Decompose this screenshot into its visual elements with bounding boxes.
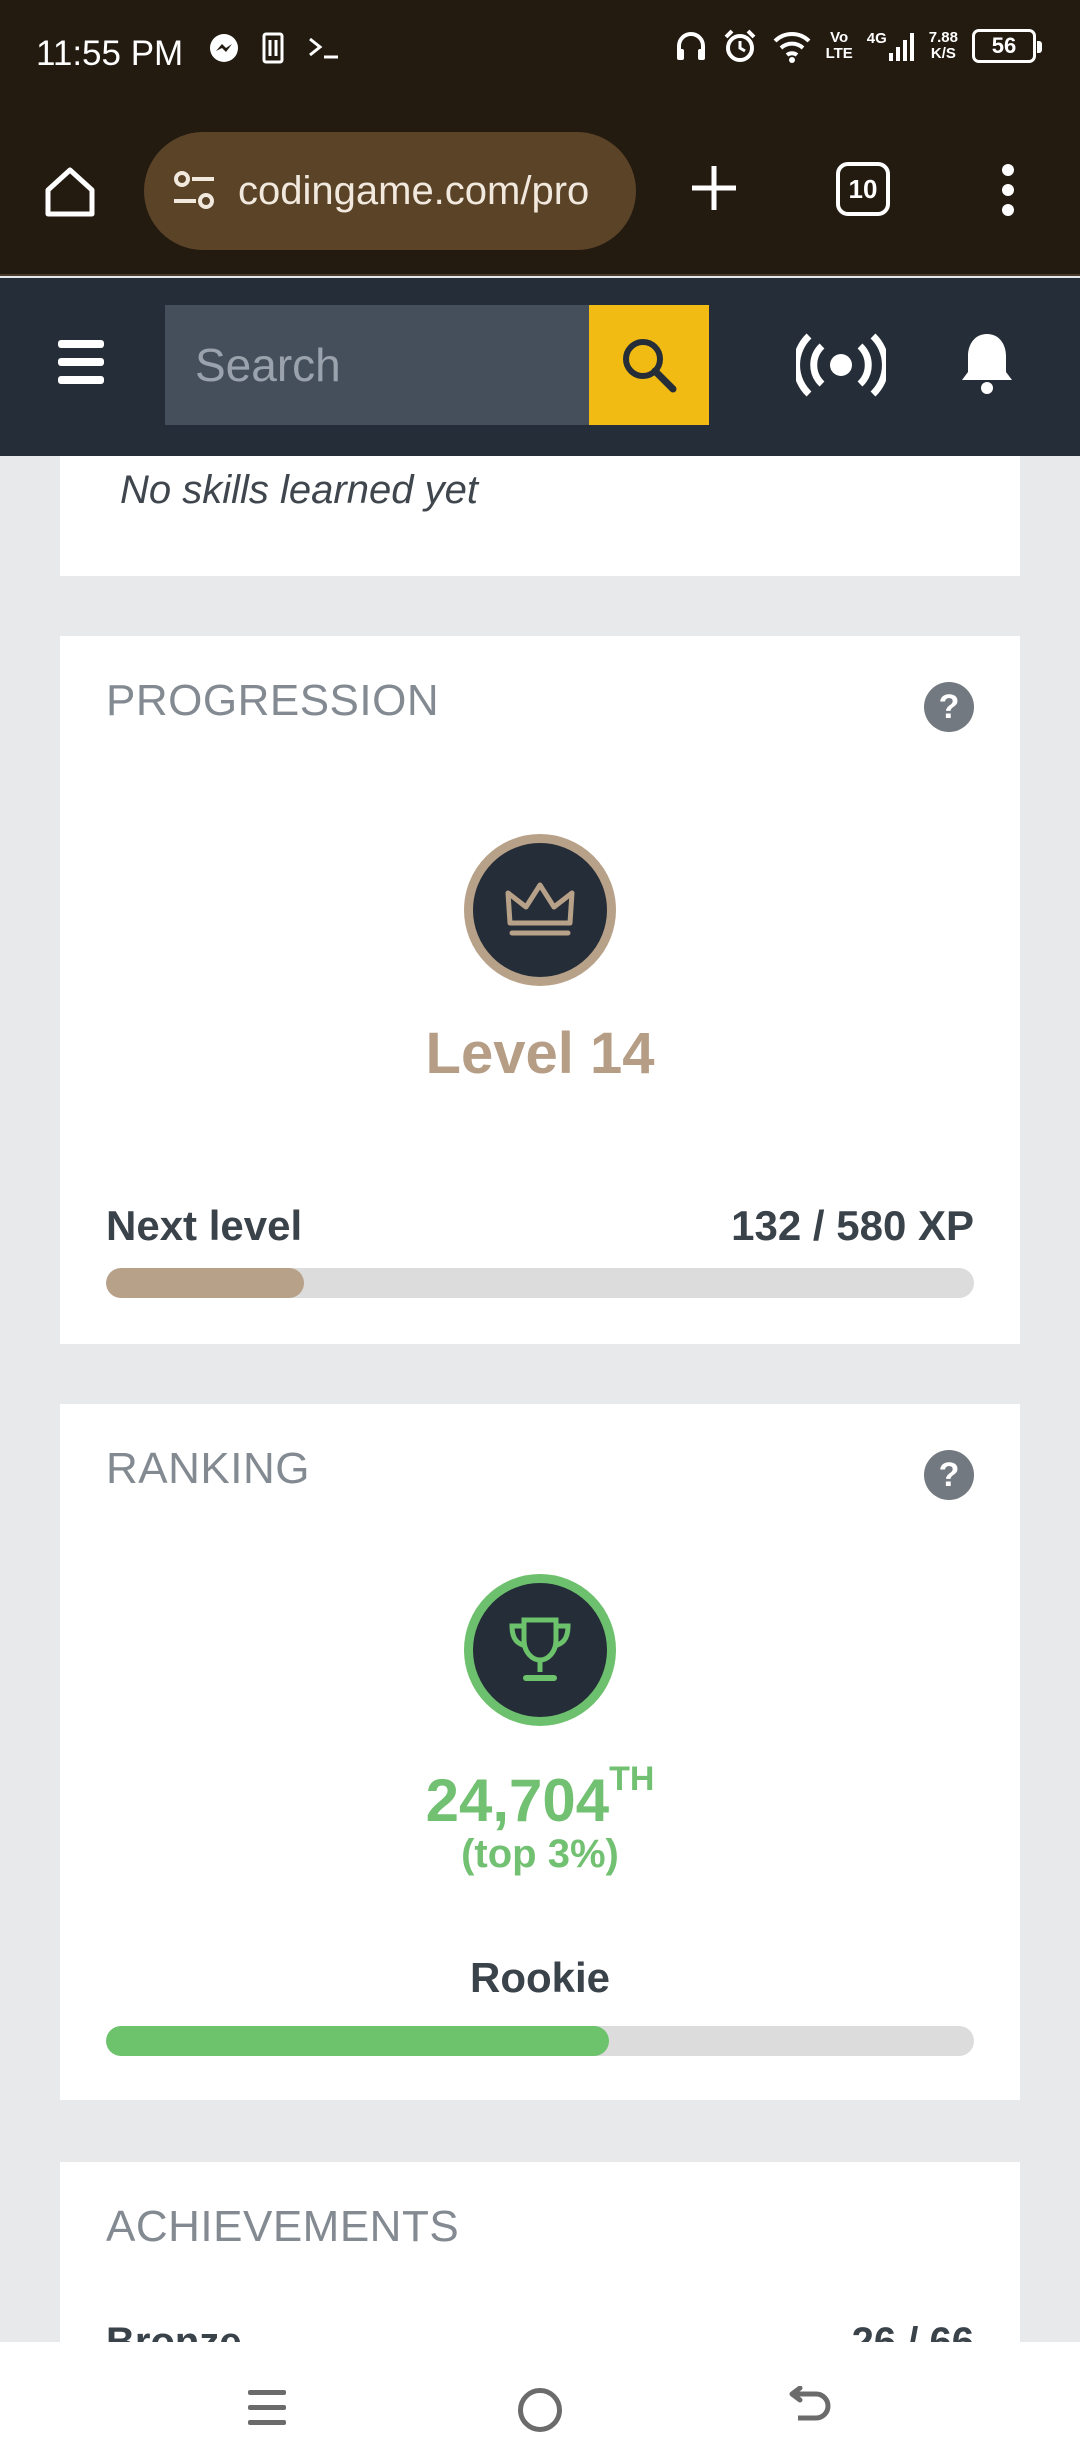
rank-top-percent: (top 3%)	[461, 1832, 619, 1876]
network-type: 4G	[866, 30, 887, 47]
level-label: Level 14	[425, 1021, 655, 1086]
home-nav-icon[interactable]	[518, 2388, 562, 2432]
level-badge	[464, 834, 616, 986]
search-icon	[623, 339, 677, 393]
league-name: Rookie	[469, 1954, 611, 2001]
address-bar[interactable]: codingame.com/pro	[144, 132, 636, 250]
browser-toolbar: codingame.com/pro 10	[0, 110, 1080, 276]
skills-empty-text: No skills learned yet	[120, 468, 478, 512]
terminal-icon	[309, 37, 338, 59]
wifi-icon	[773, 31, 810, 63]
more-options-icon[interactable]	[998, 162, 1018, 218]
new-tab-icon[interactable]	[686, 160, 742, 216]
search-input[interactable]: Search	[165, 305, 590, 425]
signal-icon: 4G	[867, 31, 915, 61]
messenger-icon	[210, 34, 238, 62]
ranking-title: RANKING	[106, 1444, 310, 1493]
app-header: Search	[0, 278, 1080, 456]
status-time: 11:55 PM	[36, 34, 184, 73]
next-level-label: Next level	[106, 1202, 303, 1249]
rank-suffix: TH	[609, 1760, 655, 1798]
search-button[interactable]	[589, 305, 709, 425]
status-bar: 11:55 PM Vo LTE 4G 7.88 K/S 56	[0, 0, 1080, 110]
back-icon[interactable]	[786, 2386, 832, 2434]
progression-card: PROGRESSION ? Level 14 Next level 132 / …	[60, 636, 1020, 1344]
crown-icon	[505, 882, 575, 936]
ranking-card: RANKING ? 24,704TH (top 3%) Rookie	[60, 1404, 1020, 2100]
rank-position: 24,704TH	[425, 1760, 655, 1834]
status-notification-icons	[208, 32, 342, 64]
sim-icon	[262, 32, 284, 64]
skills-card: No skills learned yet	[60, 456, 1020, 576]
progression-title: PROGRESSION	[106, 676, 440, 725]
xp-progress-text: 132 / 580 XP	[731, 1202, 974, 1249]
menu-icon[interactable]	[58, 340, 106, 384]
url-text[interactable]: codingame.com/pro	[238, 169, 589, 214]
ranking-help-button[interactable]: ?	[924, 1450, 974, 1500]
home-icon[interactable]	[40, 162, 100, 222]
site-settings-icon[interactable]	[168, 165, 220, 217]
system-navigation-bar	[0, 2342, 1080, 2460]
achievements-title: ACHIEVEMENTS	[106, 2202, 460, 2251]
level-progress-bar	[106, 1268, 974, 1298]
notifications-bell-icon[interactable]	[958, 330, 1016, 396]
league-progress-bar	[106, 2026, 974, 2056]
rank-badge	[464, 1574, 616, 1726]
volte-indicator: Vo LTE	[825, 29, 853, 62]
battery-indicator: 56	[972, 29, 1042, 63]
status-system-icons: Vo LTE 4G 7.88 K/S 56	[674, 28, 1042, 64]
level-progress-fill	[106, 1268, 304, 1298]
network-speed: 7.88 K/S	[928, 29, 958, 62]
league-progress-fill	[106, 2026, 610, 2056]
headphones-icon	[676, 32, 705, 60]
recents-icon[interactable]	[248, 2390, 288, 2430]
trophy-icon	[509, 1617, 571, 1681]
alarm-icon	[724, 29, 755, 62]
tab-switcher-button[interactable]: 10	[836, 162, 890, 216]
live-broadcast-icon[interactable]	[796, 330, 886, 400]
progression-help-button[interactable]: ?	[924, 682, 974, 732]
